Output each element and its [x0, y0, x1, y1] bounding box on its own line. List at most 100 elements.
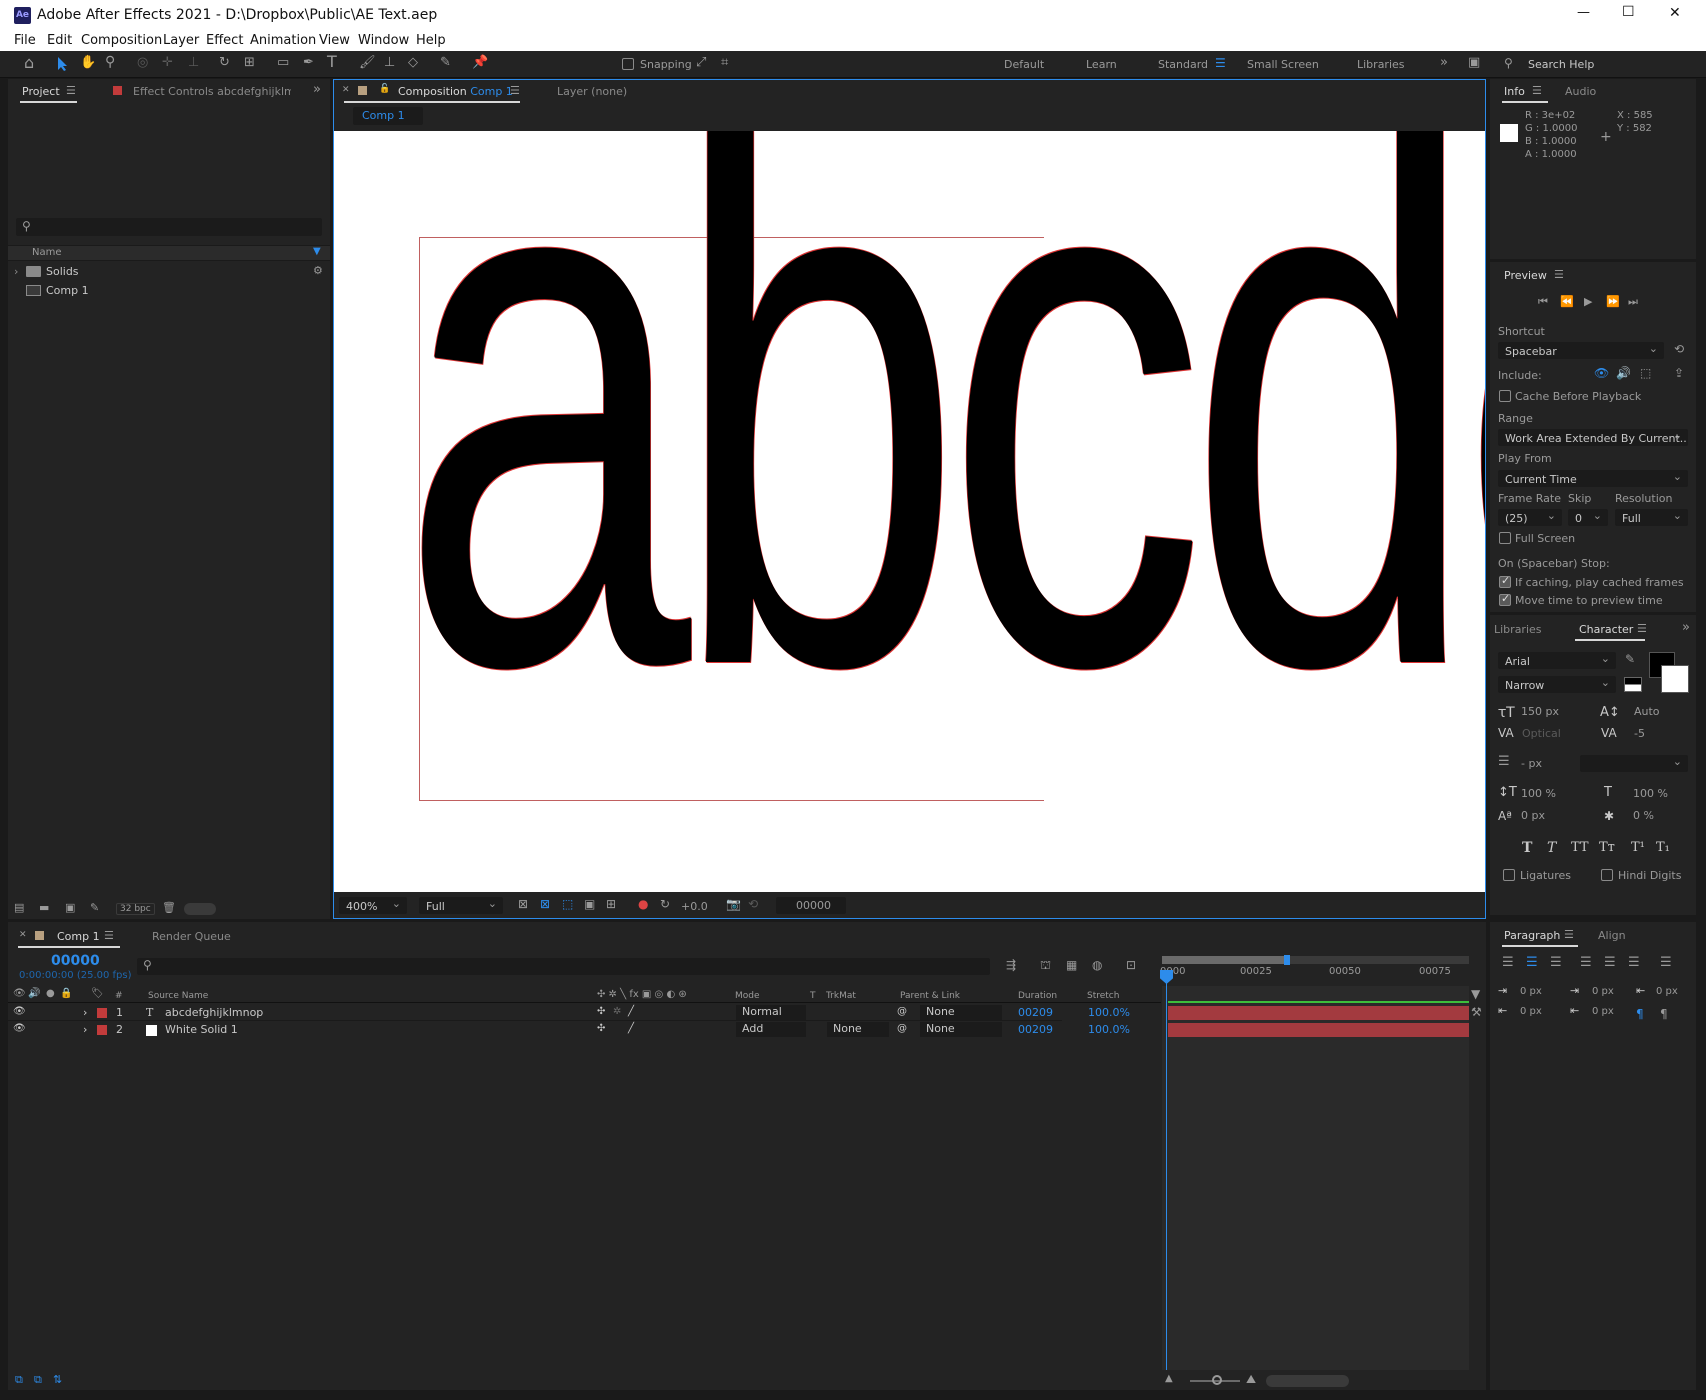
- right-to-left-icon[interactable]: ¶: [1660, 1008, 1668, 1020]
- hindi-digits-checkbox[interactable]: [1601, 869, 1613, 881]
- project-item-solids[interactable]: › Solids: [8, 263, 330, 281]
- tab-align[interactable]: Align: [1598, 929, 1626, 942]
- clone-stamp-tool-icon[interactable]: ⊥: [384, 56, 395, 69]
- chevron-right-icon[interactable]: ›: [83, 1006, 87, 1019]
- column-mode[interactable]: Mode: [735, 991, 760, 1001]
- video-toggle-icon[interactable]: 👁: [13, 989, 26, 999]
- project-search-input[interactable]: [16, 218, 322, 236]
- workspace-standard[interactable]: Standard: [1158, 58, 1208, 71]
- switches-header-icons[interactable]: ✣ ✲ ╲ fx ▣ ◎ ◐ ⊛: [597, 989, 687, 1000]
- sync-settings-icon[interactable]: ▣: [1468, 56, 1480, 69]
- include-audio-icon[interactable]: 🔊: [1616, 367, 1631, 379]
- stroke-style-dropdown[interactable]: [1580, 755, 1688, 772]
- justify-left-icon[interactable]: ☰: [1580, 956, 1592, 969]
- minimize-button[interactable]: —: [1577, 5, 1590, 20]
- eraser-tool-icon[interactable]: ◇: [408, 56, 418, 69]
- column-number[interactable]: #: [115, 991, 123, 1001]
- tracking-value[interactable]: -5: [1634, 727, 1645, 740]
- lock-toggle-icon[interactable]: 🔒: [60, 989, 72, 999]
- all-caps-button[interactable]: TT: [1571, 840, 1589, 855]
- indent-left-value[interactable]: 0 px: [1520, 986, 1542, 997]
- snap-edges-icon[interactable]: ⤢: [696, 56, 706, 69]
- type-tool-icon[interactable]: T: [327, 54, 337, 70]
- rotate-tool-icon[interactable]: ↻: [219, 56, 230, 69]
- rectangle-tool-icon[interactable]: ▭: [277, 56, 289, 69]
- layer-label-color[interactable]: [97, 1008, 107, 1018]
- align-right-icon[interactable]: ☰: [1550, 956, 1562, 969]
- maximize-button[interactable]: ☐: [1622, 4, 1635, 20]
- color-channels-icon[interactable]: ●: [638, 898, 648, 910]
- skip-dropdown[interactable]: 0: [1568, 509, 1608, 526]
- exposure-value[interactable]: +0.0: [681, 900, 708, 913]
- tab-audio[interactable]: Audio: [1565, 85, 1596, 98]
- eye-icon[interactable]: 👁: [13, 1006, 26, 1017]
- shy-switch-icon[interactable]: ✣: [597, 1023, 605, 1034]
- shortcut-dropdown[interactable]: Spacebar: [1498, 342, 1664, 359]
- hand-tool-icon[interactable]: ✋: [80, 56, 96, 69]
- more-workspaces-icon[interactable]: »: [1440, 56, 1448, 69]
- cache-before-playback-checkbox[interactable]: [1499, 390, 1511, 402]
- range-dropdown[interactable]: Work Area Extended By Current...: [1498, 429, 1688, 446]
- next-frame-icon[interactable]: ⏩: [1606, 296, 1620, 307]
- column-duration[interactable]: Duration: [1018, 991, 1057, 1001]
- expand-panels-icon[interactable]: »: [313, 83, 321, 96]
- layer-bar[interactable]: [1168, 1023, 1469, 1037]
- workspace-learn[interactable]: Learn: [1086, 58, 1117, 71]
- resolution-dropdown[interactable]: Full: [419, 897, 503, 914]
- reset-exposure-icon[interactable]: ↻: [660, 898, 670, 910]
- subscript-button[interactable]: T₁: [1656, 840, 1670, 855]
- kerning-value[interactable]: Optical: [1522, 727, 1561, 740]
- sort-arrow-icon[interactable]: ▼: [313, 247, 321, 257]
- pen-tool-icon[interactable]: ✒: [303, 56, 314, 69]
- panel-menu-icon[interactable]: ☰: [510, 85, 520, 96]
- workspace-small-screen[interactable]: Small Screen: [1247, 58, 1319, 71]
- dolly-tool-icon[interactable]: ⊥: [188, 56, 199, 69]
- zoom-tool-icon[interactable]: ⚲: [105, 55, 115, 69]
- pan-tool-icon[interactable]: ✛: [162, 56, 173, 69]
- playhead-line[interactable]: [1166, 970, 1167, 1370]
- frame-rate-dropdown[interactable]: (25): [1498, 509, 1562, 526]
- trkmat-dropdown[interactable]: None: [827, 1022, 889, 1037]
- comp-marker-bin-icon[interactable]: ▼: [1471, 988, 1480, 1000]
- layer-duration[interactable]: 00209: [1018, 1023, 1053, 1036]
- new-composition-icon[interactable]: ▣: [65, 902, 75, 913]
- space-after-value[interactable]: 0 px: [1592, 1006, 1614, 1017]
- tab-preview[interactable]: Preview: [1504, 269, 1547, 282]
- expand-panels-icon[interactable]: »: [1682, 621, 1690, 634]
- region-of-interest-icon[interactable]: ▣: [584, 898, 595, 910]
- leading-value[interactable]: Auto: [1634, 705, 1660, 718]
- panel-menu-icon[interactable]: ☰: [1532, 85, 1542, 96]
- font-style-dropdown[interactable]: Narrow: [1498, 676, 1616, 693]
- column-source-name[interactable]: Source Name: [148, 991, 208, 1001]
- eyedropper-icon[interactable]: ✎: [1625, 653, 1635, 665]
- vertical-scale-value[interactable]: 100 %: [1521, 787, 1556, 800]
- indent-right-value[interactable]: 0 px: [1656, 986, 1678, 997]
- stroke-width-value[interactable]: - px: [1521, 757, 1542, 770]
- column-name[interactable]: Name: [32, 247, 62, 258]
- motion-blur-icon[interactable]: ⊡: [1126, 959, 1136, 971]
- reset-icon[interactable]: ⟲: [1674, 343, 1684, 355]
- menu-effect[interactable]: Effect: [206, 33, 243, 48]
- layer-name[interactable]: abcdefghijklmnop: [165, 1006, 263, 1019]
- quality-switch-icon[interactable]: ╱: [628, 1006, 634, 1017]
- last-frame-icon[interactable]: ⏭: [1628, 296, 1638, 307]
- menu-animation[interactable]: Animation: [250, 33, 316, 48]
- layer-bar[interactable]: [1168, 1006, 1469, 1020]
- tab-paragraph[interactable]: Paragraph: [1504, 929, 1560, 942]
- justify-right-icon[interactable]: ☰: [1628, 956, 1640, 969]
- resolution-preview-dropdown[interactable]: Full: [1615, 509, 1688, 526]
- composition-mini-flowchart-icon[interactable]: ⇶: [1006, 959, 1016, 971]
- column-stretch[interactable]: Stretch: [1087, 991, 1119, 1001]
- tab-project[interactable]: Project: [22, 85, 60, 98]
- home-icon[interactable]: ⌂: [24, 55, 34, 71]
- project-scroll-thumb[interactable]: [184, 903, 216, 915]
- transfer-controls-icon[interactable]: ⧉: [34, 1374, 42, 1385]
- mask-visibility-icon[interactable]: ⬚: [562, 898, 573, 910]
- tab-layer[interactable]: Layer (none): [557, 85, 627, 98]
- tab-effect-controls[interactable]: Effect Controls abcdefghijklmno: [133, 85, 291, 98]
- faux-italic-button[interactable]: T: [1547, 840, 1556, 856]
- flowchart-icon[interactable]: ⚙: [313, 265, 323, 276]
- table-row[interactable]: 👁 › 2 White Solid 1 ✣ ╱ Add None @ None …: [8, 1022, 1130, 1038]
- panel-menu-icon[interactable]: ☰: [1637, 623, 1647, 634]
- grid-guides-icon[interactable]: ⊞: [606, 898, 616, 910]
